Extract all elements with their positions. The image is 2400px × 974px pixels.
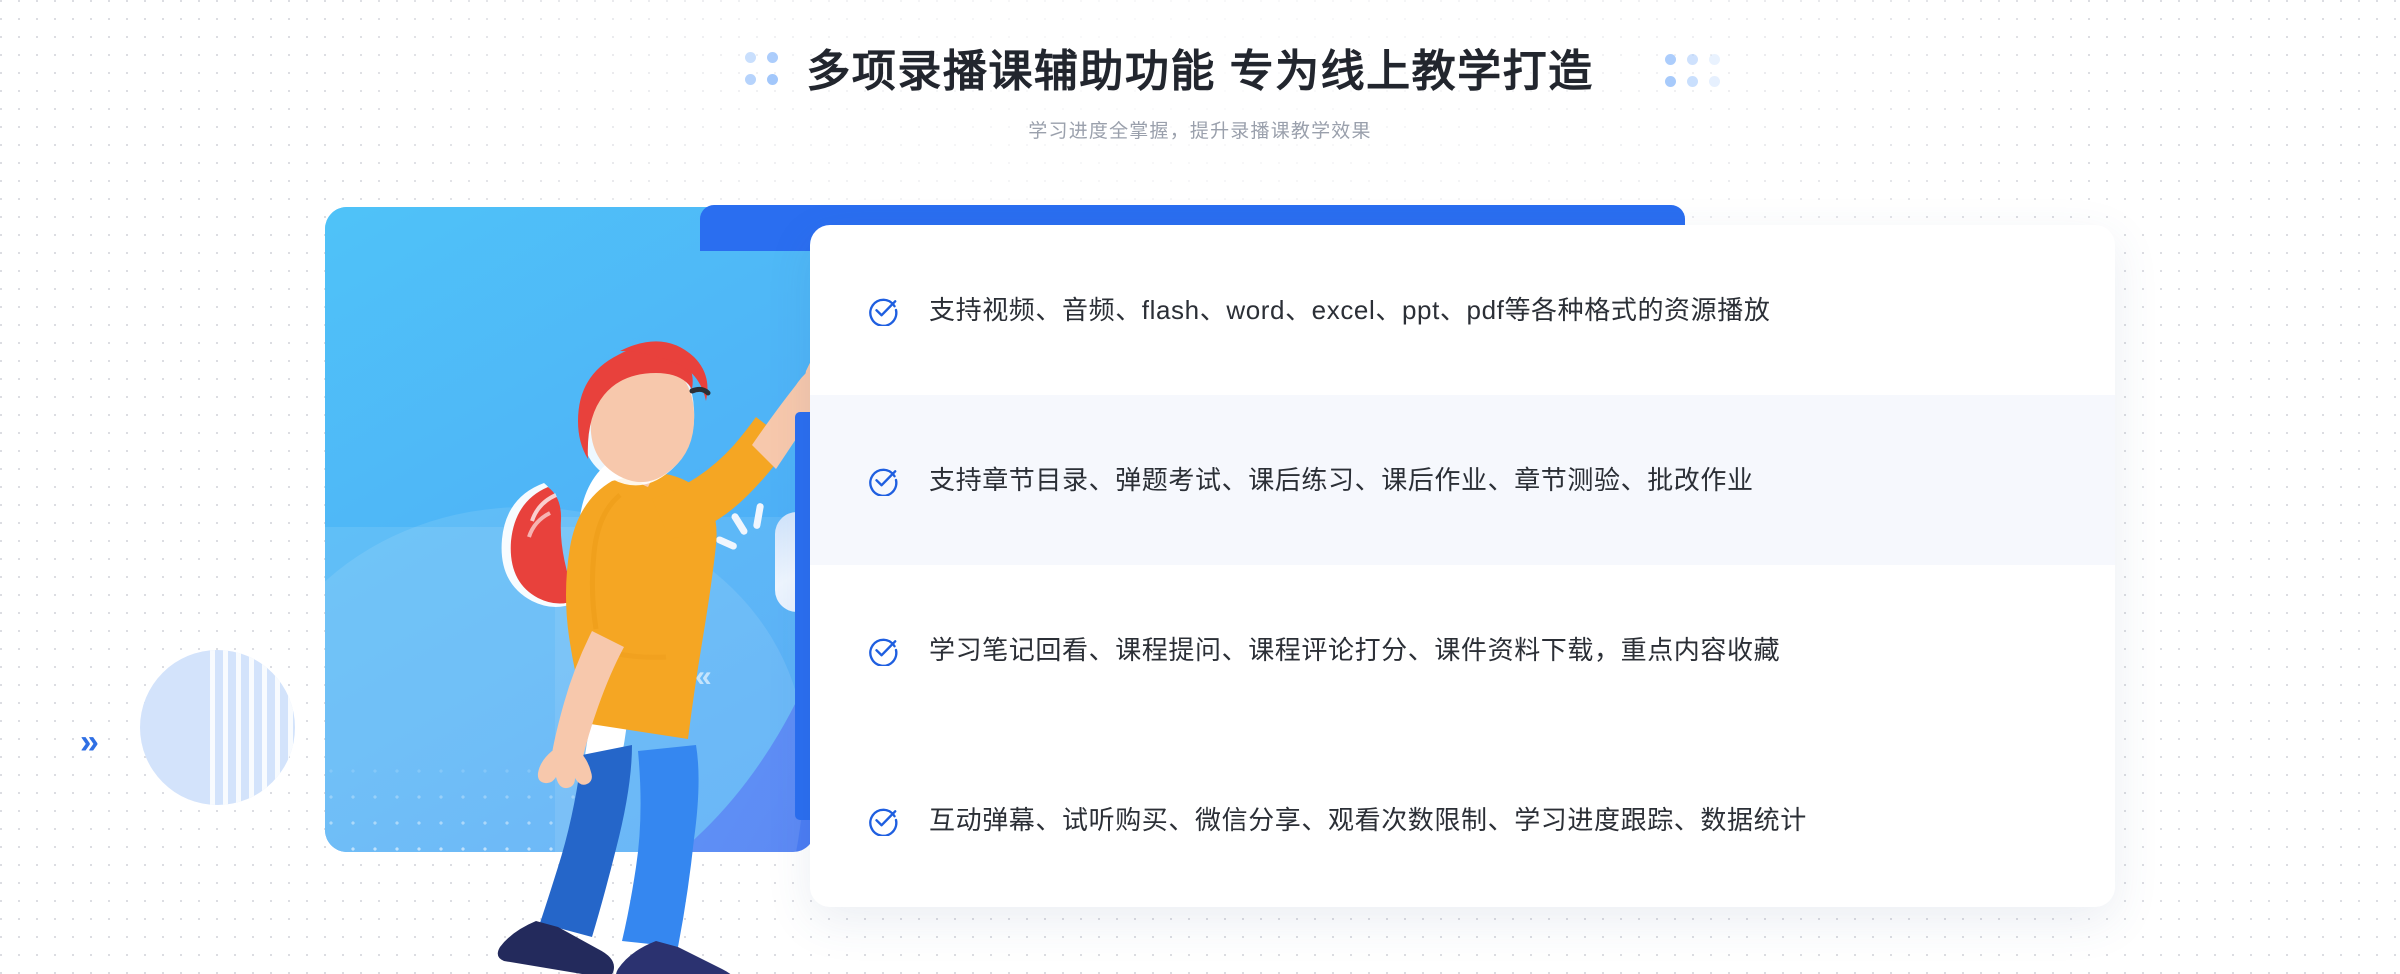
header: 多项录播课辅助功能 专为线上教学打造 学习进度全掌握，提升录播课教学效果: [0, 0, 2400, 143]
person-pointing-up-illustration: [497, 332, 851, 974]
feature-text: 支持视频、音频、flash、word、excel、ppt、pdf等各种格式的资源…: [929, 295, 1771, 325]
feature-text: 学习笔记回看、课程提问、课程评论打分、课件资料下载，重点内容收藏: [929, 635, 1781, 665]
circle-stripes: [209, 650, 295, 805]
feature-card: 支持视频、音频、flash、word、excel、ppt、pdf等各种格式的资源…: [810, 225, 2115, 907]
feature-text: 支持章节目录、弹题考试、课后练习、课后作业、章节测验、批改作业: [929, 465, 1754, 495]
feature-text: 互动弹幕、试听购买、微信分享、观看次数限制、学习进度跟踪、数据统计: [929, 805, 1807, 835]
page-subtitle: 学习进度全掌握，提升录播课教学效果: [1028, 121, 1372, 142]
feature-row[interactable]: 学习笔记回看、课程提问、课程评论打分、课件资料下载，重点内容收藏: [810, 565, 2115, 735]
dot-grid-icon-left: [745, 52, 778, 85]
feature-row[interactable]: 支持章节目录、弹题考试、课后练习、课后作业、章节测验、批改作业: [810, 395, 2115, 565]
check-circle-icon: [869, 298, 898, 326]
page-root: 多项录播课辅助功能 专为线上教学打造 学习进度全掌握，提升录播课教学效果 » «: [0, 0, 2400, 974]
double-chevron-right-icon: »: [80, 723, 99, 761]
dot-grid-icon-right: [1665, 54, 1720, 87]
check-circle-icon: [869, 808, 898, 836]
check-circle-icon: [869, 468, 898, 496]
check-circle-icon: [869, 638, 898, 666]
feature-row[interactable]: 互动弹幕、试听购买、微信分享、观看次数限制、学习进度跟踪、数据统计: [810, 735, 2115, 905]
striped-circle-decoration: [140, 650, 295, 805]
feature-row[interactable]: 支持视频、音频、flash、word、excel、ppt、pdf等各种格式的资源…: [810, 225, 2115, 395]
page-title: 多项录播课辅助功能 专为线上教学打造: [806, 47, 1594, 96]
feature-list: 支持视频、音频、flash、word、excel、ppt、pdf等各种格式的资源…: [810, 225, 2115, 907]
